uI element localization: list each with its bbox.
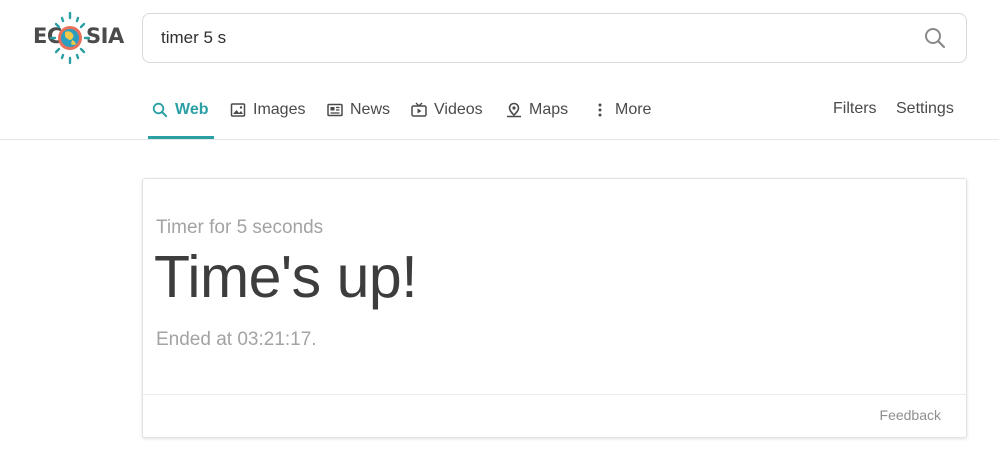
- tab-maps-label: Maps: [529, 101, 569, 118]
- tab-web[interactable]: Web: [148, 90, 214, 139]
- tab-videos[interactable]: Videos: [411, 90, 483, 139]
- tab-images[interactable]: Images: [230, 90, 305, 139]
- timer-card: Timer for 5 seconds Time's up! Ended at …: [142, 178, 967, 438]
- tab-more-label: More: [615, 101, 652, 118]
- more-vertical-icon: [598, 103, 602, 117]
- ecosia-logo[interactable]: EC SIA: [28, 8, 124, 68]
- tab-news[interactable]: News: [327, 90, 390, 139]
- tab-news-label: News: [350, 101, 391, 118]
- search-box: [142, 13, 967, 63]
- video-icon: [411, 102, 427, 117]
- header: EC SIA timer 5 s Web Images News Videos …: [0, 0, 999, 140]
- search-input[interactable]: [161, 14, 901, 62]
- tab-images-label: Images: [253, 101, 306, 118]
- timer-status: Time's up!: [154, 244, 418, 310]
- newspaper-icon: [327, 103, 343, 117]
- image-icon: [230, 103, 246, 117]
- filters-link[interactable]: Filters: [833, 100, 877, 118]
- timer-ended-time: Ended at 03:21:17.: [156, 329, 317, 350]
- settings-link[interactable]: Settings: [896, 100, 954, 118]
- search-icon[interactable]: [924, 27, 946, 49]
- feedback-link[interactable]: Feedback: [880, 407, 941, 423]
- map-pin-icon: [507, 102, 521, 118]
- search-icon: [152, 102, 168, 118]
- tab-videos-label: Videos: [434, 101, 483, 118]
- logo-text-right: SIA: [86, 24, 124, 48]
- tab-web-label: Web: [175, 101, 209, 118]
- tab-more[interactable]: More: [592, 90, 651, 139]
- globe-icon: [50, 11, 90, 65]
- card-divider: [143, 394, 966, 395]
- tab-maps[interactable]: Maps: [506, 90, 568, 139]
- timer-label: Timer for 5 seconds: [156, 217, 324, 238]
